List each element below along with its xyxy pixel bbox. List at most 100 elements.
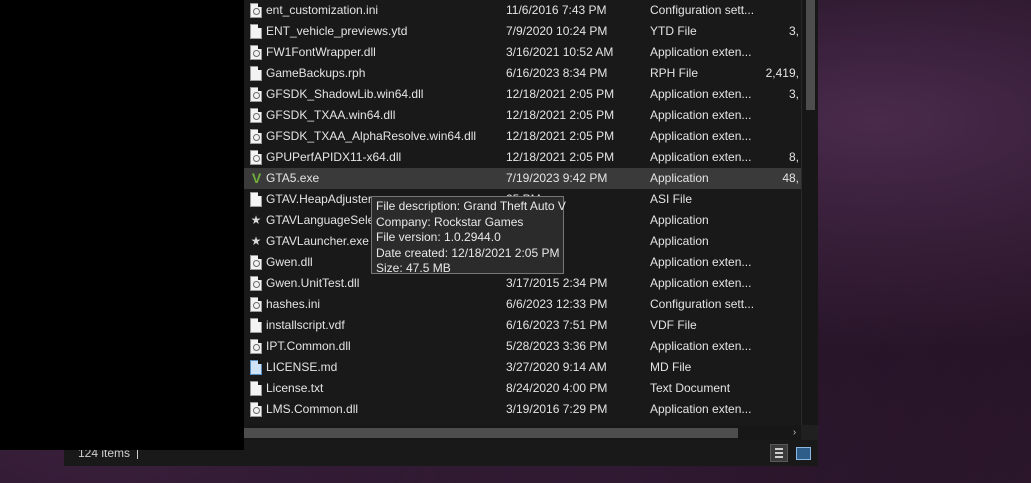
file-glyph [250,108,262,123]
file-row[interactable]: installscript.vdf 6/16/2023 7:51 PM VDF Fi… [244,315,801,336]
file-name: LMS.Common.dll [266,402,359,416]
file-type: Application [650,213,709,227]
file-icon [248,315,264,336]
file-icon [248,63,264,84]
file-glyph [250,402,262,417]
file-name: GFSDK_TXAA_AlphaResolve.win64.dll [266,129,477,143]
file-name: GPUPerfAPIDX11-x64.dll [266,150,402,164]
file-name: installscript.vdf [266,318,345,332]
file-size [763,315,801,336]
file-type: Text Document [650,381,731,395]
file-type: Application exten... [650,87,752,101]
file-size: 3, [788,87,799,101]
file-glyph [250,339,262,354]
text-file-icon [248,378,264,399]
file-size [763,42,801,63]
file-size: 3, [788,24,799,38]
file-row[interactable]: LMS.Common.dll 3/19/2016 7:29 PM Applicati… [244,399,801,420]
file-type: Configuration sett... [650,297,755,311]
dll-file-icon [248,42,264,63]
file-size [763,126,801,147]
file-type: VDF File [650,318,697,332]
file-size [763,231,801,252]
horizontal-scrollbar-thumb[interactable] [244,428,738,438]
file-glyph [250,3,262,18]
file-name: License.txt [266,381,324,395]
file-date-modified: 7/9/2020 10:24 PM [506,24,608,38]
file-size: 48, [782,171,799,185]
tooltip-date-created: Date created: 12/18/2021 2:05 PM [376,245,560,260]
file-glyph [250,150,262,165]
tooltip-company: Company: Rockstar Games [376,214,524,229]
file-row[interactable]: GFSDK_TXAA.win64.dll 12/18/2021 2:05 PM Ap… [244,105,801,126]
file-date-modified: 3/27/2020 9:14 AM [506,360,607,374]
file-type: MD File [650,360,692,374]
file-row[interactable]: ENT_vehicle_previews.ytd 7/9/2020 10:24 P… [244,21,801,42]
file-date-modified: 8/24/2020 4:00 PM [506,381,608,395]
file-icon [248,189,264,210]
tooltip-description: File description: Grand Theft Auto V [376,199,566,213]
file-size [763,210,801,231]
file-glyph [250,276,262,291]
details-view-button[interactable] [770,444,788,462]
file-row[interactable]: ent_customization.ini 11/6/2016 7:43 PM Co… [244,0,801,21]
file-glyph [250,297,262,312]
file-row[interactable]: V GTA5.exe 7/19/2023 9:42 PM Application 48, [244,168,801,189]
vertical-scrollbar[interactable] [801,0,818,425]
file-size [763,294,801,315]
file-date-modified: 6/6/2023 12:33 PM [506,297,608,311]
file-date-modified: 7/19/2023 9:42 PM [506,171,608,185]
details-view-icon [775,448,783,450]
file-type: Configuration sett... [650,3,755,17]
file-size [763,399,801,420]
file-date-modified: 12/18/2021 2:05 PM [506,129,615,143]
file-size: 2,419, [765,66,799,80]
file-glyph [250,318,262,333]
scroll-right-arrow-icon[interactable]: › [788,425,801,440]
file-size [763,0,801,21]
dll-file-icon [248,399,264,420]
file-type: Application exten... [650,150,752,164]
file-glyph [250,360,262,375]
file-row[interactable]: FW1FontWrapper.dll 3/16/2021 10:52 AM Appl… [244,42,801,63]
file-row[interactable]: GFSDK_TXAA_AlphaResolve.win64.dll 12/18/2… [244,126,801,147]
gta-v-icon: V [248,168,264,189]
file-name: ent_customization.ini [266,3,379,17]
details-view-icon-line [775,456,783,458]
file-name: GameBackups.rph [266,66,366,80]
file-size [763,273,801,294]
file-date-modified: 12/18/2021 2:05 PM [506,108,615,122]
file-date-modified: 12/18/2021 2:05 PM [506,150,615,164]
file-row[interactable]: GPUPerfAPIDX11-x64.dll 12/18/2021 2:05 PM… [244,147,801,168]
file-row[interactable]: LICENSE.md 3/27/2020 9:14 AM MD File [244,357,801,378]
file-row[interactable]: License.txt 8/24/2020 4:00 PM Text Documen… [244,378,801,399]
scrollbar-corner [801,425,818,440]
file-date-modified: 5/28/2023 3:36 PM [506,339,608,353]
file-row[interactable]: hashes.ini 6/6/2023 12:33 PM Configuration… [244,294,801,315]
file-name: FW1FontWrapper.dll [266,45,376,59]
dll-file-icon [248,147,264,168]
file-row[interactable]: GameBackups.rph 6/16/2023 8:34 PM RPH File… [244,63,801,84]
file-info-tooltip: File description: Grand Theft Auto V Com… [371,196,566,275]
file-date-modified: 3/16/2021 10:52 AM [506,45,614,59]
file-type: Application exten... [650,255,752,269]
file-date-modified: 6/16/2023 7:51 PM [506,318,608,332]
file-row[interactable]: GFSDK_ShadowLib.win64.dll 12/18/2021 2:05… [244,84,801,105]
file-date-modified: 6/16/2023 8:34 PM [506,66,608,80]
file-type: Application [650,234,709,248]
file-icon [248,21,264,42]
file-name: GTA5.exe [266,171,320,185]
markdown-file-icon [248,357,264,378]
file-glyph [250,381,262,396]
settings-file-icon [248,0,264,21]
file-type: YTD File [650,24,697,38]
file-name: hashes.ini [266,297,321,311]
file-size [763,378,801,399]
vertical-scrollbar-thumb[interactable] [806,0,815,110]
file-row[interactable]: IPT.Common.dll 5/28/2023 3:36 PM Applicati… [244,336,801,357]
gta-v-glyph: V [251,170,262,186]
file-date-modified: 3/19/2016 7:29 PM [506,402,608,416]
file-type: Application exten... [650,108,752,122]
horizontal-scrollbar[interactable] [244,425,801,440]
large-icons-view-button[interactable] [794,444,812,462]
